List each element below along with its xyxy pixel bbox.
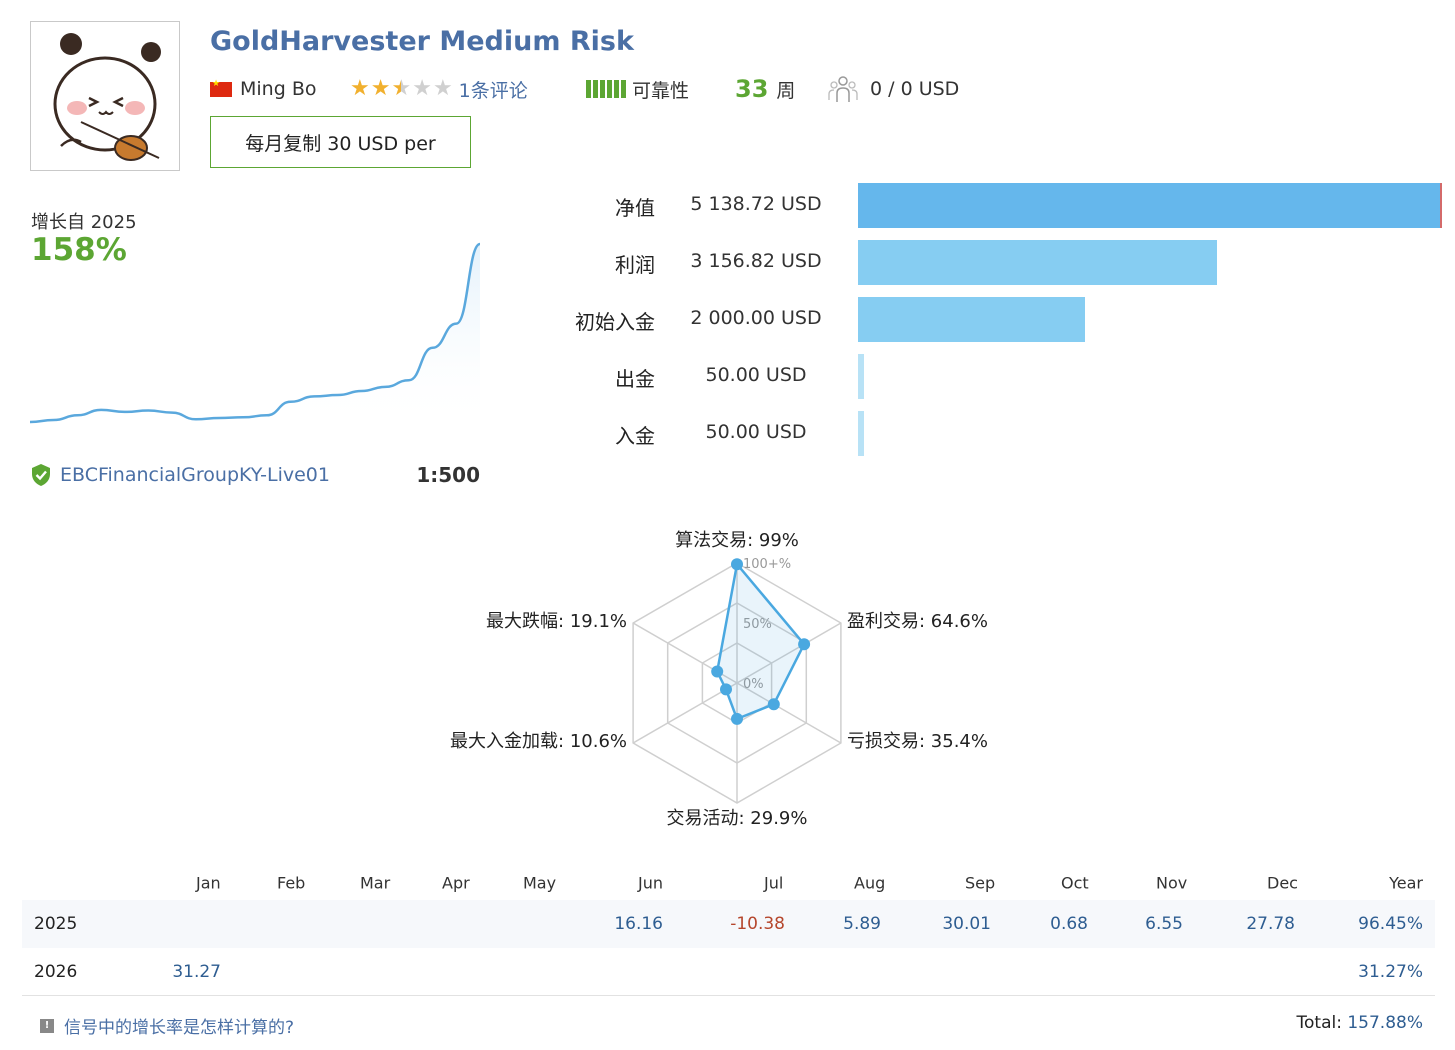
radar-label-algo: 算法交易: 99% bbox=[675, 530, 799, 551]
initial-deposit-label: 初始入金 bbox=[575, 310, 655, 334]
deposit-bar bbox=[858, 411, 864, 456]
radar-label-max-load: 最大入金加载: 10.6% bbox=[450, 731, 627, 752]
withdrawal-bar bbox=[858, 354, 864, 399]
equity-bar bbox=[858, 183, 1442, 228]
row-year: 2026 bbox=[34, 961, 78, 982]
radar-label-activity: 交易活动: 29.9% bbox=[667, 808, 808, 829]
radar-point[interactable] bbox=[731, 558, 743, 571]
copy-subscribe-button[interactable]: 每月复制 30 USD per bbox=[210, 116, 471, 168]
initial-deposit-value: 2 000.00 USD bbox=[690, 307, 822, 329]
cell-value[interactable]: 31.27 bbox=[172, 962, 221, 982]
radar-label-profit-trades: 盈利交易: 64.6% bbox=[847, 611, 988, 632]
deposit-label: 入金 bbox=[615, 424, 655, 448]
broker-name[interactable]: EBCFinancialGroupKY-Live01 bbox=[60, 464, 330, 486]
reviews-link[interactable]: 1条评论 bbox=[459, 76, 528, 103]
star-full-icon: ★ bbox=[350, 76, 370, 101]
reliability: 可靠性 bbox=[586, 76, 689, 102]
cell-value[interactable]: 16.16 bbox=[614, 914, 663, 934]
growth-label: 增长自 2025 bbox=[31, 212, 137, 233]
subscribers-icon bbox=[828, 76, 858, 102]
radar-scale-label: 100+% bbox=[743, 557, 791, 572]
equity-label: 净值 bbox=[615, 196, 655, 220]
table-row: 2025 16.16 -10.38 5.89 30.01 0.68 6.55 2… bbox=[22, 900, 1435, 948]
withdrawal-label: 出金 bbox=[615, 367, 655, 391]
table-header: Jan Feb Mar Apr May Jun Jul Aug Sep Oct … bbox=[22, 866, 1435, 900]
author-avatar[interactable] bbox=[30, 21, 180, 171]
cell-value[interactable]: -10.38 bbox=[730, 914, 785, 934]
radar-point[interactable] bbox=[731, 712, 743, 725]
radar-point[interactable] bbox=[711, 665, 724, 678]
verified-shield-icon bbox=[32, 464, 50, 486]
reliability-bars-icon bbox=[586, 80, 626, 98]
profit-bar bbox=[858, 240, 1217, 285]
withdrawal-value: 50.00 USD bbox=[705, 364, 807, 386]
star-empty-icon: ★ bbox=[412, 76, 432, 101]
cell-value[interactable]: 30.01 bbox=[942, 914, 991, 934]
total-value: 157.88% bbox=[1347, 1013, 1423, 1033]
radar-label-max-drawdown: 最大跌幅: 19.1% bbox=[486, 611, 627, 632]
author-info[interactable]: Ming Bo bbox=[210, 76, 316, 102]
deposit-value: 50.00 USD bbox=[705, 421, 807, 443]
initial-deposit-bar bbox=[858, 297, 1086, 342]
author-name[interactable]: Ming Bo bbox=[240, 78, 316, 100]
help-icon: ! bbox=[40, 1018, 54, 1033]
cell-value[interactable]: 0.68 bbox=[1050, 914, 1088, 934]
growth-chart[interactable] bbox=[30, 240, 482, 430]
broker-info[interactable]: EBCFinancialGroupKY-Live01 bbox=[30, 463, 330, 487]
header-may: May bbox=[523, 873, 557, 893]
radar-label-loss-trades: 亏损交易: 35.4% bbox=[847, 731, 988, 752]
reliability-label: 可靠性 bbox=[632, 79, 690, 102]
radar-point[interactable] bbox=[798, 638, 811, 651]
header-aug: Aug bbox=[854, 873, 886, 893]
rating[interactable]: ★ ★ ★ ★ ★ 1条评论 bbox=[350, 76, 528, 102]
star-half-icon: ★ bbox=[391, 76, 412, 101]
total-growth: Total: 157.88% bbox=[1297, 1013, 1423, 1033]
equity-value: 5 138.72 USD bbox=[690, 193, 822, 215]
help-link-text[interactable]: 信号中的增长率是怎样计算的? bbox=[64, 1013, 294, 1038]
header-sep: Sep bbox=[965, 873, 996, 893]
header-oct: Oct bbox=[1061, 873, 1089, 893]
rating-stars: ★ ★ ★ ★ ★ bbox=[350, 78, 453, 100]
weeks: 33 周 bbox=[735, 75, 796, 103]
header-year: Year bbox=[1389, 873, 1423, 893]
radar-chart[interactable]: 100+% 50% 0% 算法交易: 99% 盈利交易: 64.6% 亏损交易:… bbox=[440, 520, 1040, 840]
cell-value[interactable]: 5.89 bbox=[843, 914, 881, 934]
total-label: Total: bbox=[1296, 1013, 1342, 1033]
weeks-unit: 周 bbox=[776, 79, 796, 102]
monthly-returns-table: Jan Feb Mar Apr May Jun Jul Aug Sep Oct … bbox=[22, 866, 1435, 996]
cell-value[interactable]: 27.78 bbox=[1246, 914, 1295, 934]
profit-value: 3 156.82 USD bbox=[690, 250, 822, 272]
header-apr: Apr bbox=[442, 873, 470, 893]
header-jan: Jan bbox=[196, 873, 221, 893]
radar-data-area bbox=[715, 562, 806, 721]
growth-area bbox=[30, 244, 480, 430]
star-empty-icon: ★ bbox=[432, 76, 453, 101]
growth-calc-help-link[interactable]: ! 信号中的增长率是怎样计算的? bbox=[40, 1013, 294, 1038]
header-feb: Feb bbox=[277, 873, 306, 893]
header-dec: Dec bbox=[1267, 873, 1298, 893]
header-jul: Jul bbox=[764, 873, 784, 893]
radar-point[interactable] bbox=[720, 683, 732, 696]
leverage-value: 1:500 bbox=[416, 463, 480, 487]
row-year: 2025 bbox=[34, 914, 78, 934]
panda-avatar-image bbox=[53, 33, 161, 161]
subscribers-value: 0 / 0 USD bbox=[870, 78, 960, 100]
subscribers: 0 / 0 USD bbox=[828, 76, 959, 102]
year-total: 96.45% bbox=[1358, 914, 1423, 934]
weeks-value: 33 bbox=[735, 75, 769, 103]
signal-title[interactable]: GoldHarvester Medium Risk bbox=[210, 26, 634, 57]
header-mar: Mar bbox=[360, 873, 391, 893]
profit-label: 利润 bbox=[615, 253, 655, 277]
china-flag-icon bbox=[210, 79, 232, 97]
cell-value[interactable]: 6.55 bbox=[1145, 914, 1183, 934]
table-row: 2026 31.27 31.27% bbox=[22, 948, 1435, 996]
year-total: 31.27% bbox=[1358, 961, 1423, 982]
star-full-icon: ★ bbox=[370, 76, 391, 101]
header-jun: Jun bbox=[638, 873, 663, 893]
header-nov: Nov bbox=[1156, 873, 1188, 893]
radar-point[interactable] bbox=[767, 698, 780, 711]
